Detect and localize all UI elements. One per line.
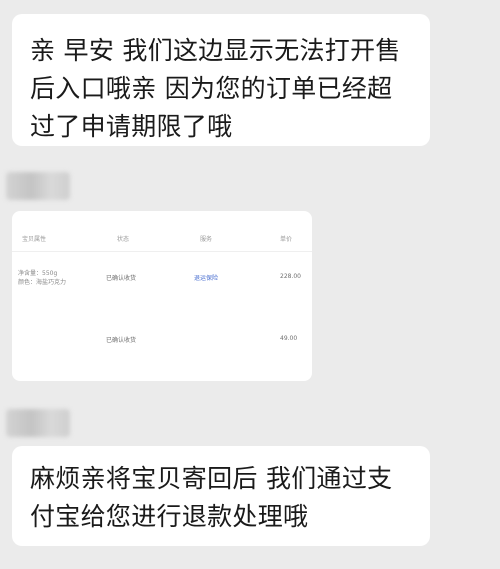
header-service: 服务 <box>200 236 213 243</box>
order-status: 已确认收货 <box>106 337 137 344</box>
order-price: 49.00 <box>280 335 298 342</box>
order-service-link: 退运保险 <box>194 275 219 282</box>
sender-name-blurred <box>6 172 70 200</box>
header-price: 单价 <box>280 236 293 243</box>
product-attr-line: 颜色：海盐巧克力 <box>18 279 67 286</box>
order-status: 已确认收货 <box>106 275 137 282</box>
order-price: 228.00 <box>280 273 301 280</box>
chat-bubble-incoming: 亲 早安 我们这边显示无法打开售 后入口哦亲 因为您的订单已经超 过了申请期限了… <box>12 14 430 146</box>
message-line: 付宝给您进行退款处理哦 <box>30 502 309 531</box>
order-product-attrs: 净含量：550g 颜色：海盐巧克力 <box>18 269 66 287</box>
order-row: 已确认收货 49.00 <box>12 321 312 371</box>
message-text: 麻烦亲将宝贝寄回后 我们通过支 付宝给您进行退款处理哦 <box>30 460 422 536</box>
message-line: 后入口哦亲 因为您的订单已经超 <box>30 74 393 103</box>
order-row: 净含量：550g 颜色：海盐巧克力 已确认收货 退运保险 228.00 <box>12 261 312 311</box>
product-attr-line: 净含量：550g <box>18 270 58 277</box>
message-line: 过了申请期限了哦 <box>30 112 233 141</box>
header-product: 宝贝属性 <box>22 236 47 243</box>
chat-bubble-incoming: 麻烦亲将宝贝寄回后 我们通过支 付宝给您进行退款处理哦 <box>12 446 430 546</box>
message-line: 亲 早安 我们这边显示无法打开售 <box>30 36 401 65</box>
header-status: 状态 <box>117 236 130 243</box>
sender-name-blurred <box>6 409 70 437</box>
order-screenshot-image[interactable]: 宝贝属性 状态 服务 单价 净含量：550g 颜色：海盐巧克力 已确认收货 退运… <box>12 211 312 381</box>
message-line: 麻烦亲将宝贝寄回后 我们通过支 <box>30 464 393 493</box>
order-table-header: 宝贝属性 状态 服务 单价 <box>12 227 312 252</box>
message-text: 亲 早安 我们这边显示无法打开售 后入口哦亲 因为您的订单已经超 过了申请期限了… <box>30 32 422 146</box>
